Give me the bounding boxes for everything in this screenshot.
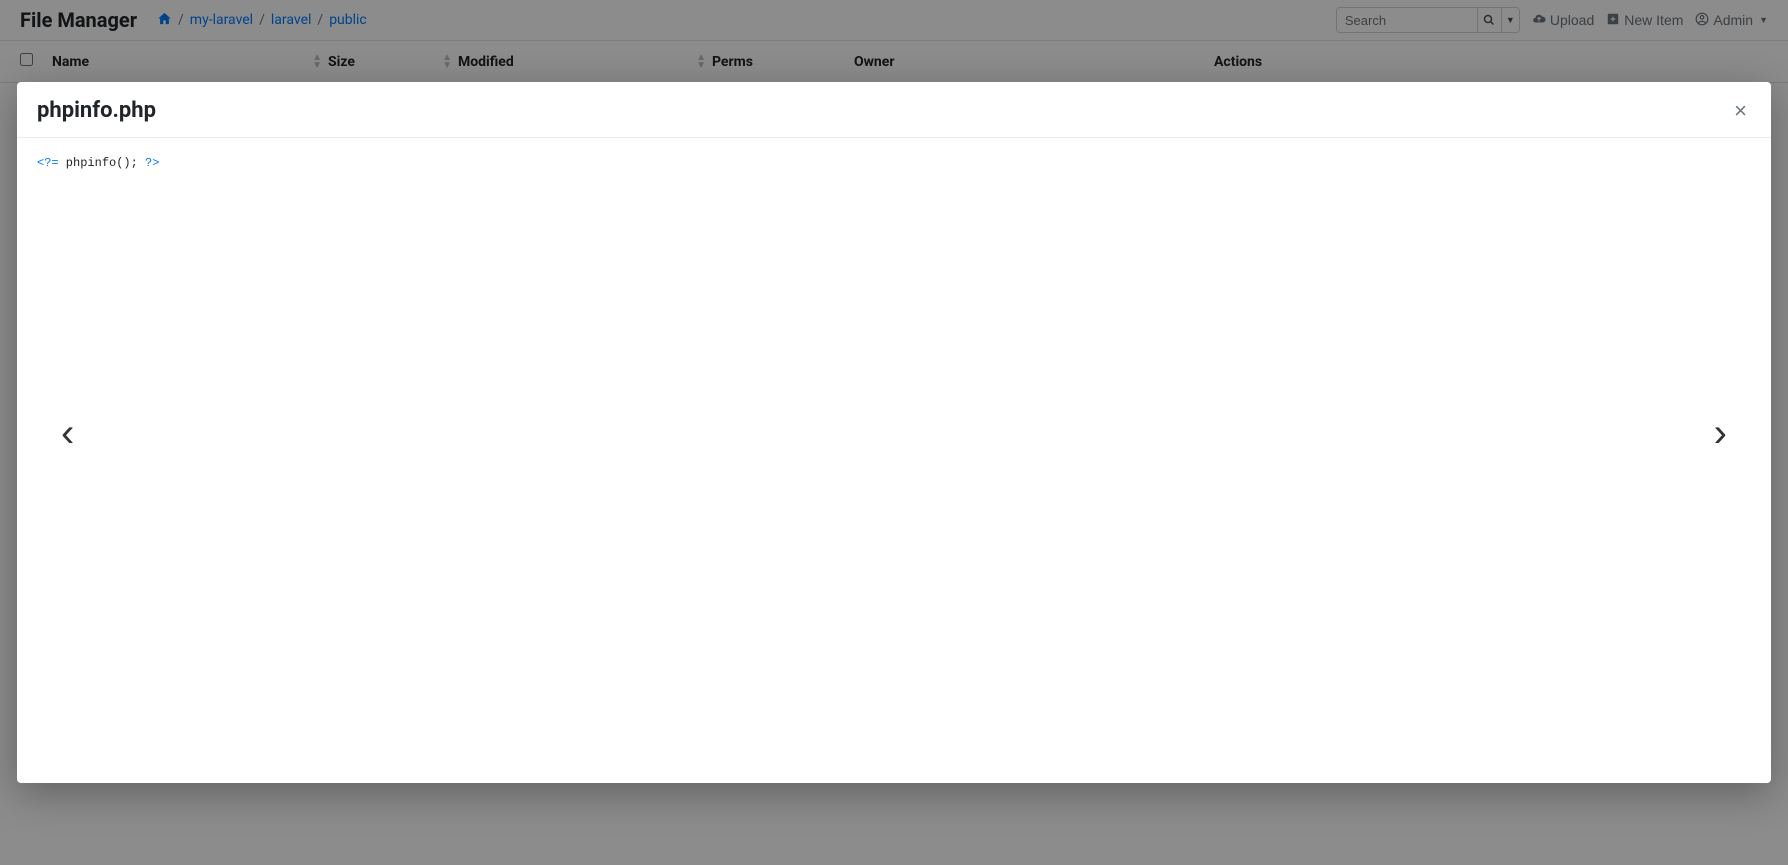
code-open-tag: <?= <box>37 156 59 170</box>
close-button[interactable]: × <box>1730 100 1751 122</box>
file-viewer-modal: phpinfo.php × <?= phpinfo(); ?> ‹ › <box>17 82 1771 783</box>
modal-title: phpinfo.php <box>37 98 156 123</box>
close-icon: × <box>1734 98 1747 123</box>
prev-file-button[interactable]: ‹ <box>53 405 82 461</box>
file-content: <?= phpinfo(); ?> <box>37 156 1751 170</box>
modal-header: phpinfo.php × <box>17 82 1771 138</box>
code-close-tag: ?> <box>145 156 159 170</box>
modal-body: <?= phpinfo(); ?> <box>17 138 1771 783</box>
next-file-button[interactable]: › <box>1706 405 1735 461</box>
chevron-left-icon: ‹ <box>61 411 74 455</box>
chevron-right-icon: › <box>1714 411 1727 455</box>
code-body: phpinfo(); <box>59 156 145 170</box>
